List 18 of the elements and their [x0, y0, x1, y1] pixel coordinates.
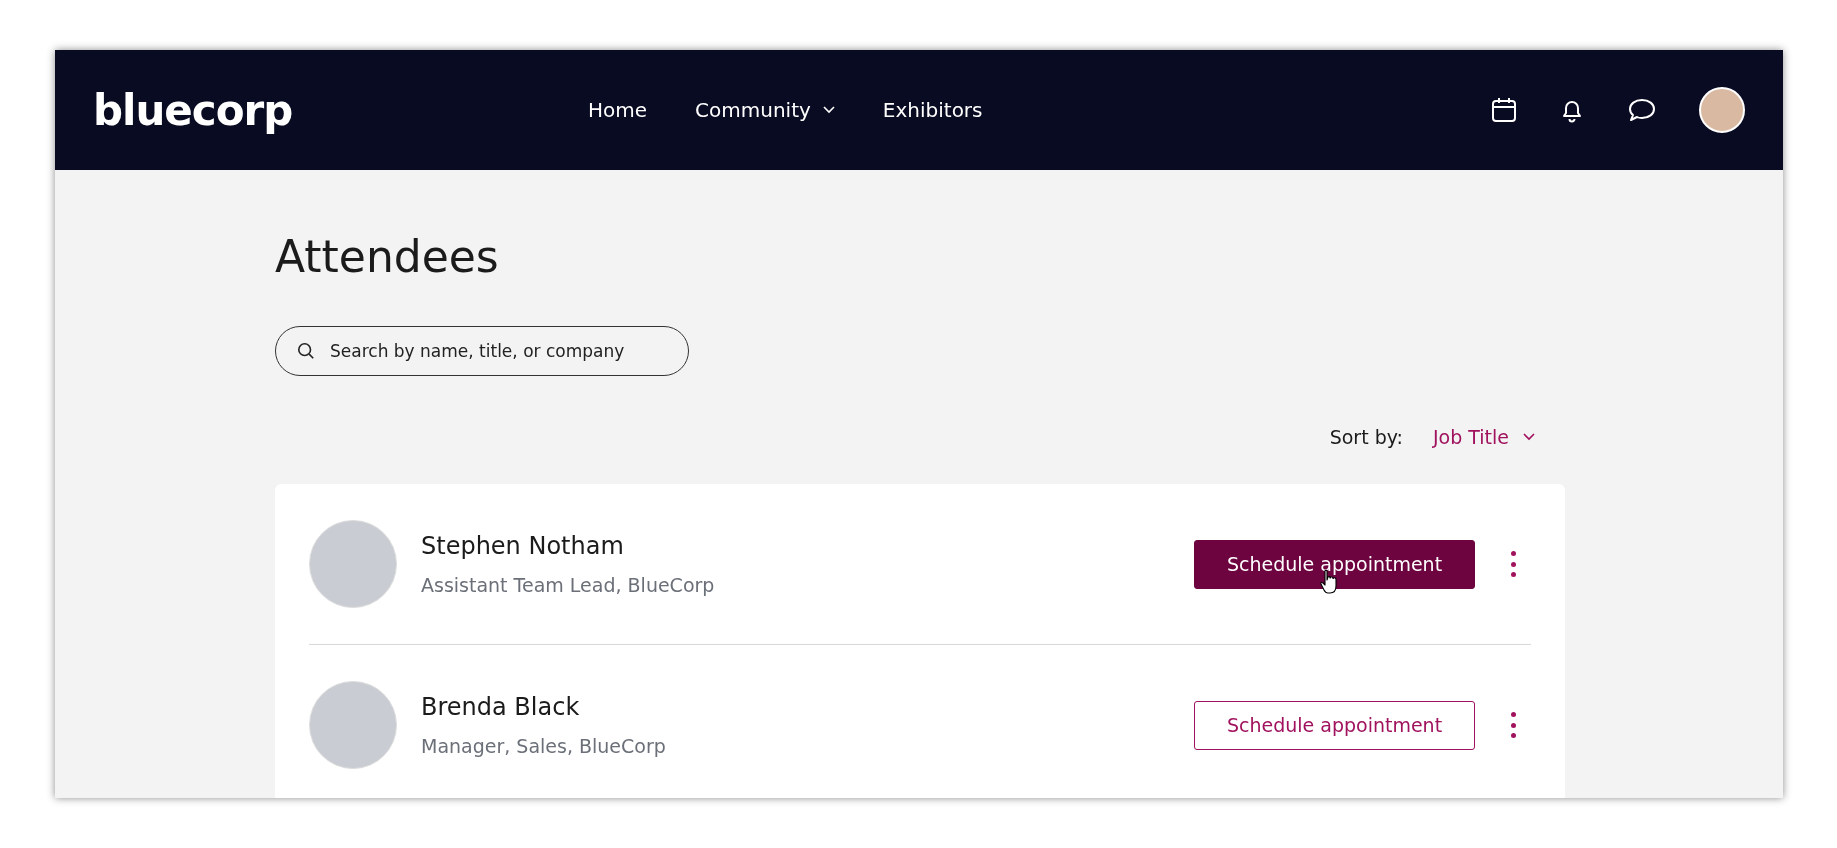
sort-dropdown[interactable]: Job Title: [1432, 426, 1535, 449]
search-field[interactable]: Search by name, title, or company: [275, 326, 689, 377]
nav-link[interactable]: Exhibitors: [882, 98, 983, 122]
calendar-icon[interactable]: [1491, 97, 1517, 123]
attendee-name: Stephen Notham: [421, 532, 625, 561]
user-avatar[interactable]: [1699, 87, 1745, 133]
page-title: Attendees: [275, 233, 500, 282]
attendee-job-title: Manager, Sales, BlueCorp: [421, 735, 667, 758]
attendee-job-title: Assistant Team Lead, BlueCorp: [421, 574, 716, 597]
nav-link[interactable]: Home: [588, 98, 648, 122]
chevron-down-icon: [822, 106, 835, 114]
chevron-down-icon: [1523, 433, 1535, 442]
nav-link[interactable]: Community: [695, 98, 835, 122]
sort-label: Sort by:: [1329, 426, 1403, 449]
chat-bubble-icon[interactable]: [1627, 97, 1657, 123]
schedule-appointment-button[interactable]: Schedule appointment: [1194, 700, 1475, 750]
logo[interactable]: bluecorp: [93, 85, 493, 135]
attendee-name: Brenda Black: [421, 693, 581, 722]
